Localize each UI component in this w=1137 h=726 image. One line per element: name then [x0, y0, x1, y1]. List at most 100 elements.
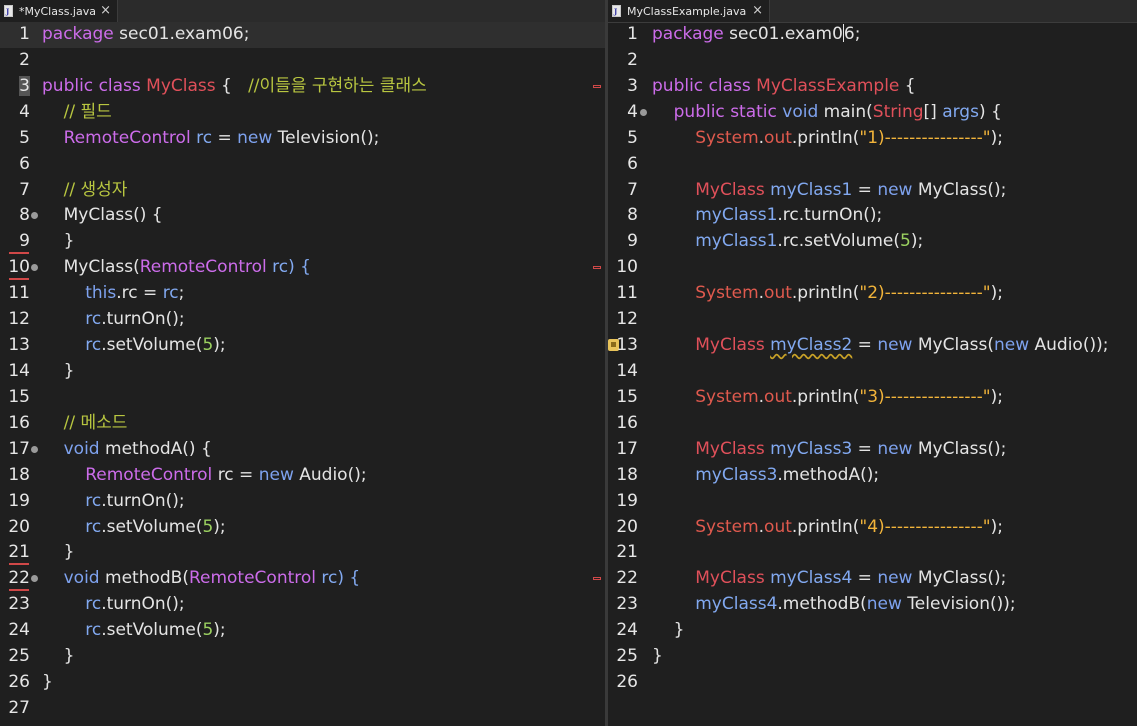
fold-toggle-icon[interactable] — [31, 212, 38, 220]
line-number: 2 — [627, 49, 638, 70]
code-line: 8 MyClass() { — [0, 203, 605, 229]
line-number: 23 — [8, 594, 30, 615]
line-number: 3 — [19, 75, 30, 96]
code-line: 4 public static void main(String[] args)… — [608, 100, 1137, 126]
fold-toggle-icon[interactable] — [31, 445, 38, 453]
line-number: 13 — [8, 335, 30, 356]
line-number: 15 — [616, 386, 638, 407]
close-icon[interactable]: × — [100, 4, 111, 17]
code-line: 20 rc.setVolume(5); — [0, 515, 605, 541]
line-number: 16 — [8, 412, 30, 433]
left-code-area[interactable]: 1 package sec01.exam06; 2 3 public class… — [0, 22, 605, 726]
line-number: 21 — [616, 542, 638, 563]
code-line: 14 — [608, 359, 1137, 385]
line-number: 1 — [19, 24, 30, 44]
code-line: 19 — [608, 489, 1137, 515]
line-number: 16 — [616, 412, 638, 433]
code-line: 24 rc.setVolume(5); — [0, 618, 605, 644]
line-number: 11 — [616, 283, 638, 304]
line-number: 4 — [19, 101, 30, 122]
line-number: 13 — [616, 335, 638, 356]
code-line: 27 — [0, 696, 605, 722]
error-marker[interactable] — [593, 577, 601, 581]
code-line: 6 — [0, 152, 605, 178]
code-line: 6 — [608, 152, 1137, 178]
code-line: 2 — [608, 48, 1137, 74]
left-editor-pane[interactable]: J *MyClass.java × 1 package sec01.exam06… — [0, 0, 605, 726]
line-number: 5 — [19, 127, 30, 148]
code-line: 9 } — [0, 229, 605, 255]
code-line: 25 } — [0, 644, 605, 670]
line-number: 8 — [627, 205, 638, 226]
code-line: 10 — [608, 255, 1137, 281]
code-line: 2 — [0, 48, 605, 74]
line-number: 18 — [8, 464, 30, 485]
line-number: 9 — [627, 231, 638, 252]
java-file-icon: J — [612, 5, 621, 17]
tab-label: *MyClass.java — [19, 4, 96, 18]
code-line: 20 System.out.println("4)---------------… — [608, 515, 1137, 541]
right-code-area[interactable]: 1 package sec01.exam06; 2 3 public class… — [608, 22, 1137, 726]
line-number: 8 — [19, 205, 30, 226]
line-number: 23 — [616, 594, 638, 615]
line-number: 2 — [19, 49, 30, 70]
code-line: 13 MyClass myClass2 = new MyClass(new Au… — [608, 333, 1137, 359]
code-line: 12 rc.turnOn(); — [0, 307, 605, 333]
fold-toggle-icon[interactable] — [31, 575, 38, 583]
code-line: 7 // 생성자 — [0, 178, 605, 204]
line-number: 12 — [616, 309, 638, 330]
fold-toggle-icon[interactable] — [640, 108, 647, 116]
line-number: 11 — [8, 283, 30, 304]
code-line: 22 void methodB(RemoteControl rc) { — [0, 566, 605, 592]
right-editor-pane[interactable]: J MyClassExample.java × 1 package sec01.… — [608, 0, 1137, 726]
line-number: 27 — [8, 697, 30, 718]
line-number: 4 — [627, 101, 638, 122]
error-underline — [9, 589, 29, 592]
line-number: 22 — [616, 568, 638, 589]
code-line: 3 public class MyClassExample { — [608, 74, 1137, 100]
line-number: 14 — [616, 360, 638, 381]
line-number: 10 — [616, 257, 638, 278]
code-line: 1 package sec01.exam06; — [608, 22, 1137, 48]
tab-myclassexample-java[interactable]: J MyClassExample.java × — [608, 0, 770, 22]
line-number: 1 — [627, 24, 638, 44]
code-line: 15 — [0, 385, 605, 411]
left-tab-bar: J *MyClass.java × — [0, 0, 605, 23]
code-line: 18 myClass3.methodA(); — [608, 463, 1137, 489]
error-marker[interactable] — [593, 266, 601, 270]
code-line: 21 — [608, 540, 1137, 566]
code-line: 15 System.out.println("3)---------------… — [608, 385, 1137, 411]
code-line: 19 rc.turnOn(); — [0, 489, 605, 515]
line-number: 17 — [8, 438, 30, 459]
fold-toggle-icon[interactable] — [31, 264, 38, 272]
code-line: 23 rc.turnOn(); — [0, 592, 605, 618]
error-marker[interactable] — [593, 84, 601, 88]
tab-myclass-java[interactable]: J *MyClass.java × — [0, 0, 118, 22]
line-number: 20 — [616, 516, 638, 537]
line-number: 24 — [8, 620, 30, 641]
line-number: 3 — [627, 75, 638, 96]
close-icon[interactable]: × — [752, 4, 763, 17]
code-line: 18 RemoteControl rc = new Audio(); — [0, 463, 605, 489]
line-number: 7 — [19, 179, 30, 200]
line-number: 7 — [627, 179, 638, 200]
line-number: 6 — [19, 153, 30, 174]
code-line: 22 MyClass myClass4 = new MyClass(); — [608, 566, 1137, 592]
code-line: 9 myClass1.rc.setVolume(5); — [608, 229, 1137, 255]
code-line: 4 // 필드 — [0, 100, 605, 126]
code-line: 16 // 메소드 — [0, 411, 605, 437]
line-number: 25 — [616, 646, 638, 667]
code-line: 21 } — [0, 540, 605, 566]
line-number: 25 — [8, 646, 30, 667]
line-number: 5 — [627, 127, 638, 148]
code-line: 1 package sec01.exam06; — [0, 22, 605, 48]
code-line: 26 — [608, 670, 1137, 696]
code-line: 7 MyClass myClass1 = new MyClass(); — [608, 178, 1137, 204]
code-line: 23 myClass4.methodB(new Television()); — [608, 592, 1137, 618]
code-line: 25 } — [608, 644, 1137, 670]
code-line: 11 System.out.println("2)---------------… — [608, 281, 1137, 307]
line-number: 15 — [8, 386, 30, 407]
line-number: 17 — [616, 438, 638, 459]
code-line: 17 MyClass myClass3 = new MyClass(); — [608, 437, 1137, 463]
tab-label: MyClassExample.java — [627, 4, 747, 18]
